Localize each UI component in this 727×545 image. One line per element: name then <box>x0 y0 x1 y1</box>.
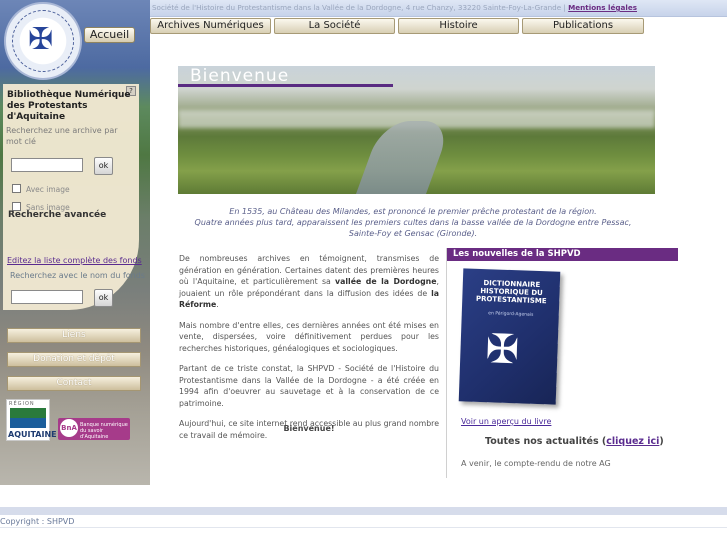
library-title: Bibliothèque Numérique des Protestants d… <box>7 90 131 122</box>
keyword-search-input[interactable] <box>11 158 83 172</box>
all-news-link[interactable]: cliquez ici <box>606 436 659 447</box>
news-header: Les nouvelles de la SHPVD <box>447 248 678 261</box>
aquitaine-emblem-icon <box>10 408 46 428</box>
shpvd-logo[interactable]: ✠ <box>4 2 82 80</box>
book-cover[interactable]: DICTIONNAIRE HISTORIQUE DU PROTESTANTISM… <box>458 268 561 405</box>
book-title: DICTIONNAIRE HISTORIQUE DU PROTESTANTISM… <box>475 279 547 306</box>
banner-rule <box>178 84 393 87</box>
footer-rule <box>0 527 727 528</box>
book-subtitle: en Périgord-Agenais <box>488 311 534 318</box>
banner-river <box>353 121 453 194</box>
advanced-search-link[interactable]: Recherche avancée <box>8 210 106 220</box>
footer-band <box>0 507 727 515</box>
with-image-checkbox[interactable] <box>12 184 21 193</box>
address-text: Société de l'Histoire du Protestantisme … <box>152 3 637 12</box>
fund-search-ok-button[interactable]: ok <box>94 289 113 307</box>
fund-search-input[interactable] <box>11 290 83 304</box>
keyword-search-label: Recherchez une archive par mot clé <box>6 126 118 146</box>
intro-text: De nombreuses archives en témoignent, tr… <box>179 253 439 450</box>
caption-line-1: En 1535, au Château des Milandes, est pr… <box>229 207 597 216</box>
region-aquitaine-logo[interactable]: RÉGION AQUITAINE <box>6 399 57 441</box>
dordogne-valley-banner: Bienvenue <box>178 66 655 194</box>
book-preview-link[interactable]: Voir un aperçu du livre <box>461 417 551 426</box>
legal-notice-link[interactable]: Mentions légales <box>568 3 637 12</box>
keyword-search-ok-button[interactable]: ok <box>94 157 113 175</box>
fund-search-label: Recherchez avec le nom du fonds <box>10 271 145 280</box>
banner-caption: En 1535, au Château des Milandes, est pr… <box>188 206 638 239</box>
huguenot-cross-icon: ✠ <box>28 22 54 57</box>
address: Société de l'Histoire du Protestantisme … <box>152 3 566 12</box>
copyright: Copyright : SHPVD <box>0 517 75 526</box>
top-info-bar: Société de l'Histoire du Protestantisme … <box>150 0 727 17</box>
home-button[interactable]: Accueil <box>84 27 135 43</box>
intro-paragraph-1: De nombreuses archives en témoignent, tr… <box>179 254 439 309</box>
nav-society[interactable]: La Société <box>274 18 395 34</box>
nav-history[interactable]: Histoire <box>398 18 519 34</box>
with-image-label: Avec image <box>26 185 70 194</box>
region-label: RÉGION <box>9 401 35 407</box>
intro-paragraph-2: Mais nombre d'entre elles, ces dernières… <box>179 320 439 353</box>
intro-paragraph-3: Partant de ce triste constat, la SHPVD -… <box>179 364 439 408</box>
links-button[interactable]: Liens <box>7 328 141 343</box>
donation-button[interactable]: Donation et dépôt <box>7 352 141 367</box>
welcome-text: Bienvenue! <box>283 424 335 433</box>
page: ✠ Accueil ? Bibliothèque Numérique des P… <box>0 0 727 545</box>
full-fund-list-link[interactable]: Editez la liste complète des fonds <box>7 256 142 265</box>
contact-button[interactable]: Contact <box>7 376 141 391</box>
caption-line-2: Quatre années plus tard, apparaissent le… <box>194 218 632 238</box>
huguenot-cross-icon: ✠ <box>484 326 520 374</box>
bna-text: Banque numérique du savoir d'Aquitaine <box>80 422 128 440</box>
main-nav: Archives Numériques La Société Histoire … <box>150 18 727 34</box>
banner-title: Bienvenue <box>190 66 290 86</box>
news-panel: Les nouvelles de la SHPVD DICTIONNAIRE H… <box>446 248 678 478</box>
left-sidebar: ✠ Accueil ? Bibliothèque Numérique des P… <box>0 0 150 485</box>
nav-publications[interactable]: Publications <box>522 18 644 34</box>
ag-note: A venir, le compte-rendu de notre AG <box>461 459 611 468</box>
book-footer <box>465 386 551 389</box>
bna-logo[interactable]: BnA Banque numérique du savoir d'Aquitai… <box>58 418 130 440</box>
nav-archives[interactable]: Archives Numériques <box>150 18 271 34</box>
bna-initials: BnA <box>60 419 78 437</box>
all-news: Toutes nos actualités (cliquez ici) <box>485 436 664 447</box>
aquitaine-label: AQUITAINE <box>8 430 57 439</box>
